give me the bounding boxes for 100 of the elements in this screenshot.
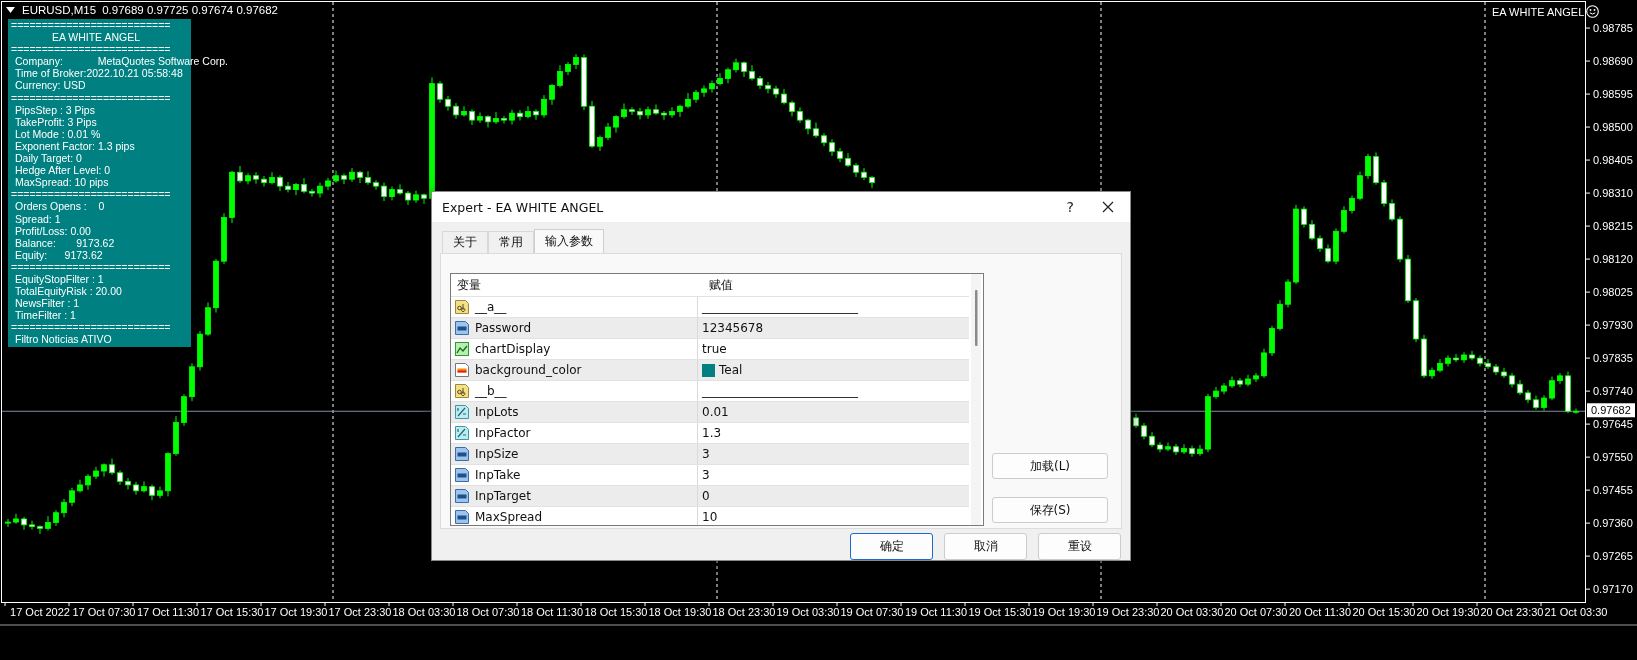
info-text: TotalEquityRisk : 20.00 — [14, 285, 122, 298]
candle — [485, 114, 491, 128]
candle — [1461, 351, 1467, 364]
close-icon[interactable] — [1102, 201, 1114, 213]
dialog-button[interactable]: 重设 — [1038, 533, 1121, 560]
time-label: 18 Oct 23:30 — [712, 606, 776, 618]
candle — [517, 109, 523, 121]
expert-label: EA WHITE ANGEL — [1492, 5, 1585, 18]
parameter-name: chartDisplay — [475, 342, 551, 356]
price-label: 0.98120 — [1593, 253, 1633, 266]
candle — [789, 100, 795, 117]
help-button[interactable]: ? — [1066, 199, 1074, 215]
candle — [1453, 353, 1459, 363]
candle — [589, 100, 595, 149]
candle — [1413, 297, 1419, 343]
candle — [125, 477, 131, 490]
current-price-label: 0.97682 — [1587, 403, 1635, 418]
candle — [253, 171, 259, 185]
parameter-name: MaxSpread — [475, 510, 543, 524]
tab[interactable]: 常用 — [488, 231, 534, 253]
parameter-value[interactable]: Teal — [719, 363, 743, 377]
price-label: 0.98690 — [1593, 55, 1633, 68]
candle — [685, 92, 691, 109]
candle — [629, 106, 635, 116]
price-label: 0.97170 — [1593, 583, 1633, 596]
candle — [1253, 372, 1259, 383]
parameter-value[interactable]: 0 — [702, 489, 710, 503]
parameter-name: __a__ — [475, 300, 507, 314]
candle — [61, 498, 67, 518]
candle — [853, 162, 859, 178]
time-label: 17 Oct 07:30 — [72, 606, 136, 618]
info-text: Currency: USD — [14, 79, 86, 92]
candle — [117, 469, 123, 486]
separator-text: ========================== — [11, 188, 171, 201]
color-type-icon — [454, 362, 470, 378]
info-text: Filtro Noticias ATIVO — [14, 333, 112, 346]
candle — [653, 104, 659, 116]
candle — [405, 190, 411, 206]
candle — [445, 95, 451, 112]
candle — [1373, 151, 1379, 186]
candle — [37, 524, 43, 535]
candle — [845, 152, 851, 168]
parameter-value[interactable]: __________________________ — [702, 384, 858, 398]
info-text: MaxSpread: 10 pips — [14, 176, 109, 189]
candle — [1509, 372, 1515, 388]
candle — [621, 102, 627, 120]
parameter-value[interactable]: 0.01 — [702, 405, 729, 419]
parameter-value[interactable]: __________________________ — [702, 300, 858, 314]
text-type-icon — [454, 299, 470, 315]
candle — [1333, 228, 1339, 265]
candle — [1565, 371, 1571, 414]
dropdown-icon[interactable] — [6, 7, 15, 13]
candle — [1381, 179, 1387, 208]
parameter-value[interactable]: 3 — [702, 447, 710, 461]
candle — [437, 80, 443, 104]
candle — [1245, 374, 1251, 387]
price-label: 0.98405 — [1593, 154, 1633, 167]
time-label: 17 Oct 11:30 — [136, 606, 200, 618]
candle — [1213, 386, 1219, 400]
parameter-value[interactable]: 12345678 — [702, 321, 764, 335]
tab[interactable]: 关于 — [442, 231, 488, 253]
candle — [381, 182, 387, 202]
candle — [1365, 153, 1371, 180]
side-button[interactable]: 保存(S) — [992, 497, 1108, 523]
text-type-icon — [454, 383, 470, 399]
time-label: 20 Oct 15:30 — [1352, 606, 1416, 618]
parameter-value[interactable]: 10 — [702, 510, 718, 524]
scrollbar[interactable] — [971, 274, 981, 525]
candle — [565, 61, 571, 76]
candle — [261, 175, 267, 187]
parameter-value[interactable]: 3 — [702, 468, 710, 482]
price-label: 0.97740 — [1593, 385, 1633, 398]
dialog-button[interactable]: 确定 — [850, 533, 933, 560]
candle — [133, 481, 139, 496]
price-label: 0.97455 — [1593, 484, 1633, 497]
parameter-value[interactable]: true — [702, 342, 727, 356]
candle — [365, 170, 371, 186]
time-label: 20 Oct 23:30 — [1480, 606, 1544, 618]
side-button[interactable]: 加载(L) — [992, 453, 1108, 479]
candle — [53, 509, 59, 527]
info-text: NewsFilter : 1 — [14, 297, 80, 310]
parameter-name: InpFactor — [475, 426, 531, 440]
candle — [1301, 205, 1307, 228]
candle — [813, 122, 819, 139]
tab[interactable]: 输入参数 — [534, 229, 604, 253]
candle — [229, 170, 235, 224]
column-header: 变量 — [456, 276, 482, 294]
time-label: 19 Oct 03:30 — [776, 606, 840, 618]
candle — [821, 132, 827, 147]
dialog-button[interactable]: 取消 — [944, 533, 1027, 560]
integer-type-icon — [454, 488, 470, 504]
parameter-name: Password — [475, 321, 532, 335]
integer-type-icon — [454, 446, 470, 462]
candle — [717, 72, 723, 86]
candle — [661, 110, 667, 121]
candle — [725, 67, 731, 84]
candle — [1229, 376, 1235, 389]
parameter-value[interactable]: 1.3 — [702, 426, 722, 440]
candle — [453, 102, 459, 120]
candle — [693, 89, 699, 104]
